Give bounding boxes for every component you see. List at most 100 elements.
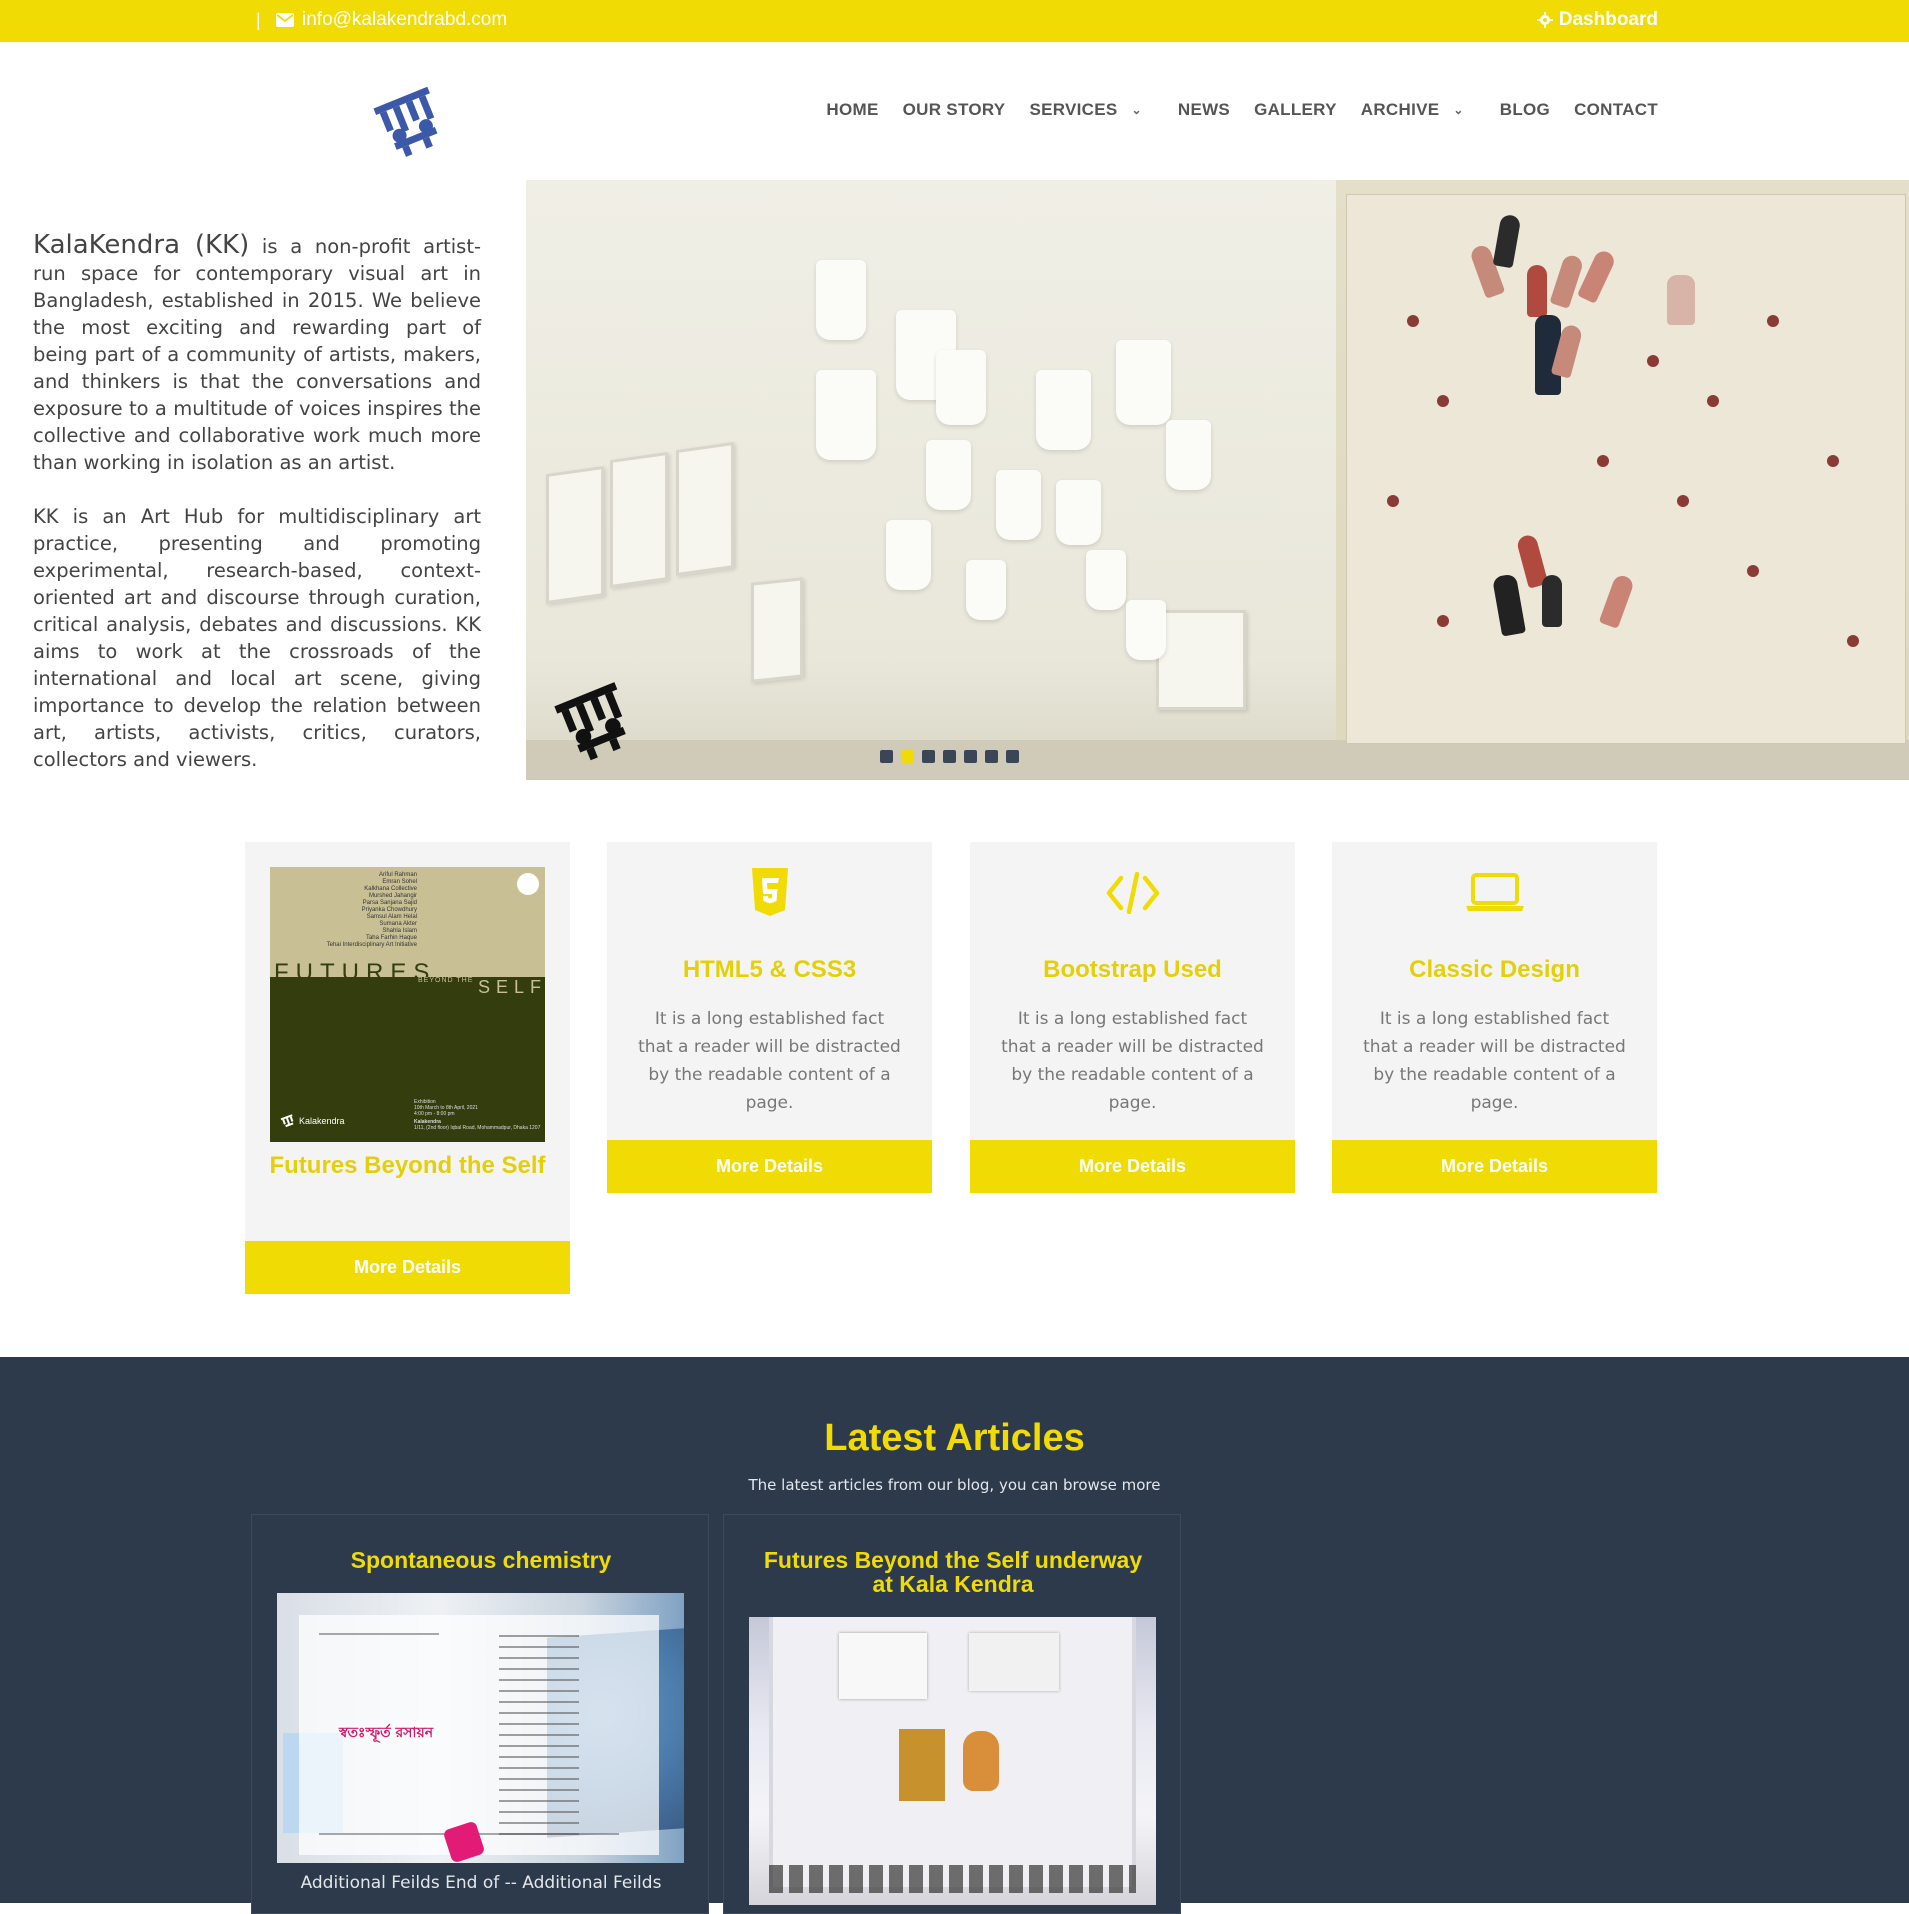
hero-slider[interactable] (526, 180, 1909, 780)
framed-drawing (546, 465, 604, 605)
image-artwork (969, 1633, 1059, 1691)
slider-dot[interactable] (964, 750, 977, 763)
nav-contact-label: CONTACT (1574, 100, 1658, 119)
poster-info-line: 4:00 pm - 8:00 pm (414, 1111, 455, 1117)
article-caption: Additional Feilds End of -- Additional F… (300, 1873, 662, 1893)
poster-name: Kalkhana Collective (364, 886, 417, 892)
top-bar: | info@kalakendrabd.com Dashboard (0, 0, 1909, 42)
poster-info-line: 1/11, (2nd floor) Iqbal Road, Mohammadpu… (414, 1125, 541, 1131)
code-icon (1106, 872, 1159, 914)
nav-services[interactable]: SERVICES ⌄ (1017, 100, 1165, 120)
hanging-dress (886, 520, 931, 590)
poster-name: Emran Sohel (382, 879, 417, 885)
slide-floor (526, 740, 1909, 780)
nav-our-story[interactable]: OUR STORY (891, 100, 1018, 120)
nav-our-story-label: OUR STORY (902, 100, 1006, 119)
more-details-button[interactable]: More Details (607, 1140, 932, 1193)
hanging-dress (1166, 420, 1211, 490)
nav-archive[interactable]: ARCHIVE ⌄ (1349, 100, 1488, 120)
slider-dot[interactable] (1006, 750, 1019, 763)
email-text: info@kalakendrabd.com (302, 9, 508, 30)
hanging-dress (936, 350, 986, 425)
nav-contact[interactable]: CONTACT (1562, 100, 1658, 120)
hanging-dress (926, 440, 971, 510)
futures-poster-image[interactable]: Ariful Rahman Emran Sohel Kalkhana Colle… (270, 867, 545, 1142)
article-image[interactable]: স্বতঃস্ফূর্ত রসায়ন (277, 1593, 684, 1863)
hanging-dress (1086, 550, 1126, 610)
intro-paragraph-1: KalaKendra (KK) is a non-profit artist-r… (33, 232, 481, 476)
article-card: Futures Beyond the Self underway at Kala… (723, 1514, 1181, 1914)
nav-gallery-label: GALLERY (1254, 100, 1337, 119)
poster-text-col (499, 1635, 579, 1835)
feature-card-futures: Ariful Rahman Emran Sohel Kalkhana Colle… (245, 842, 570, 1294)
artwork-hand (1598, 573, 1636, 629)
poster-info: Exhibition 10th March to 8th April, 2021… (414, 1099, 540, 1131)
poster-word-beyond: BEYOND THE (418, 977, 474, 984)
articles-subheading: The latest articles from our blog, you c… (748, 1476, 1161, 1494)
kalakendra-logo[interactable] (366, 76, 452, 162)
artwork-spot (1847, 635, 1859, 647)
email-link[interactable]: info@kalakendrabd.com (276, 9, 507, 31)
latest-articles-section: Latest Articles The latest articles from… (0, 1357, 1909, 1914)
artwork-spot (1647, 355, 1659, 367)
feature-title: HTML5 & CSS3 (682, 956, 857, 983)
gear-icon (1536, 12, 1553, 28)
artwork-spot (1407, 315, 1419, 327)
hanging-dress (996, 470, 1041, 540)
nav-archive-label: ARCHIVE (1360, 100, 1440, 119)
image-artwork (963, 1731, 999, 1791)
article-title[interactable]: Futures Beyond the Self underway at Kala… (754, 1548, 1152, 1596)
more-details-button[interactable]: More Details (245, 1241, 570, 1294)
article-card: Spontaneous chemistry স্বতঃস্ফূর্ত রসায়… (251, 1514, 709, 1914)
slider-dot[interactable] (880, 750, 893, 763)
framed-drawing (676, 441, 734, 577)
html5-icon (751, 868, 788, 916)
nav-home[interactable]: HOME (814, 100, 890, 120)
dashboard-link[interactable]: Dashboard (1536, 9, 1658, 31)
artwork-hand (1492, 213, 1522, 269)
hanging-dress (1116, 340, 1171, 425)
poster-name: Parsa Sanjana Sajid (362, 900, 417, 906)
article-title[interactable]: Spontaneous chemistry (252, 1548, 710, 1572)
artwork-spot (1387, 495, 1399, 507)
artwork-spot (1767, 315, 1779, 327)
artwork-hand (1527, 265, 1547, 317)
more-details-button[interactable]: More Details (1332, 1140, 1657, 1193)
framed-drawing (751, 577, 803, 683)
artwork-spot (1707, 395, 1719, 407)
artwork-hand (1667, 275, 1695, 325)
main-nav: HOME OUR STORY SERVICES ⌄ NEWS GALLERY AR… (814, 100, 1658, 120)
poster-name: Sumana Akter (379, 921, 417, 927)
feature-description: It is a long established fact that a rea… (1001, 1009, 1264, 1113)
slider-dot[interactable] (985, 750, 998, 763)
artwork-spot (1437, 615, 1449, 627)
artwork-spot (1677, 495, 1689, 507)
nav-news[interactable]: NEWS (1166, 100, 1242, 120)
hanging-dress (1056, 480, 1101, 545)
artwork-hand (1542, 575, 1562, 627)
intro-p1-text: is a non-profit artist-run space for con… (33, 235, 481, 474)
slider-dot[interactable] (943, 750, 956, 763)
artwork-spot (1597, 455, 1609, 467)
nav-gallery[interactable]: GALLERY (1242, 100, 1349, 120)
hanging-dress (816, 370, 876, 460)
feature-title[interactable]: Futures Beyond the Self (245, 1152, 570, 1180)
poster-word-futures: FUTURES (274, 959, 437, 986)
slide-watermark-logo (554, 682, 626, 761)
poster-word-self: SELF (478, 977, 545, 997)
framed-drawing (610, 451, 668, 589)
slider-dot[interactable] (922, 750, 935, 763)
nav-services-label: SERVICES (1029, 100, 1118, 119)
chevron-down-icon: ⌄ (1131, 103, 1142, 117)
article-image[interactable] (749, 1617, 1156, 1905)
poster-text-line (319, 1633, 439, 1635)
more-details-button[interactable]: More Details (970, 1140, 1295, 1193)
hanging-dress (1036, 370, 1091, 450)
poster-name: Taha Farhin Haque (365, 935, 417, 941)
intro-paragraph-2: KK is an Art Hub for multidisciplinary a… (33, 505, 481, 771)
poster-artist-names: Ariful Rahman Emran Sohel Kalkhana Colle… (327, 872, 417, 949)
nav-home-label: HOME (826, 100, 879, 119)
nav-blog[interactable]: BLOG (1488, 100, 1562, 120)
slider-dot-active[interactable] (901, 750, 914, 763)
poster-brand-text: Kalakendra (299, 1116, 345, 1126)
